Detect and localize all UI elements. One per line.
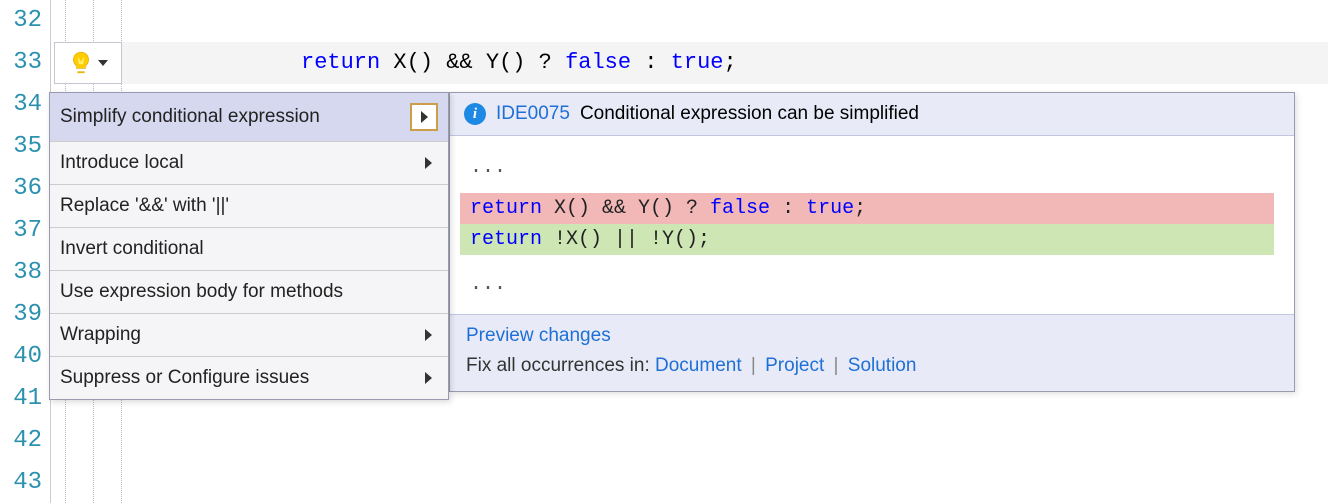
code-line[interactable]	[131, 420, 1328, 462]
fix-all-label: Fix all occurrences in:	[466, 355, 650, 376]
line-number: 42	[0, 420, 42, 462]
preview-header: i IDE0075 Conditional expression can be …	[450, 93, 1294, 136]
preview-footer: Preview changes Fix all occurrences in: …	[450, 314, 1294, 391]
quick-actions-lightbulb-button[interactable]	[54, 42, 122, 84]
quick-action-label: Simplify conditional expression	[60, 106, 320, 128]
diff-removed-line: return X() && Y() ? false : true;	[460, 193, 1274, 224]
quick-action-label: Replace '&&' with '||'	[60, 195, 229, 217]
chevron-right-icon	[421, 111, 428, 123]
line-number: 34	[0, 84, 42, 126]
line-number: 38	[0, 252, 42, 294]
quick-action-label: Suppress or Configure issues	[60, 367, 309, 389]
line-number: 32	[0, 0, 42, 42]
code-token: true	[671, 50, 724, 75]
line-number-gutter: 323334353637383940414243	[0, 0, 50, 503]
line-number: 33	[0, 42, 42, 84]
diagnostic-message: Conditional expression can be simplified	[580, 103, 919, 125]
line-number: 40	[0, 336, 42, 378]
line-number: 36	[0, 168, 42, 210]
chevron-right-icon	[425, 329, 432, 341]
quick-action-item[interactable]: Use expression body for methods	[50, 271, 448, 314]
separator: |	[824, 355, 842, 376]
fix-scope-link[interactable]: Project	[765, 355, 824, 376]
lightbulb-icon	[68, 50, 94, 76]
quick-action-item[interactable]: Suppress or Configure issues	[50, 357, 448, 399]
fix-scope-link[interactable]: Solution	[848, 355, 917, 376]
quick-action-label: Invert conditional	[60, 238, 204, 260]
line-number: 43	[0, 462, 42, 504]
quick-action-label: Use expression body for methods	[60, 281, 343, 303]
code-token: return	[470, 228, 542, 251]
code-line[interactable]	[131, 462, 1328, 504]
info-icon: i	[464, 103, 486, 125]
code-token: false	[710, 197, 770, 220]
line-number: 41	[0, 378, 42, 420]
quick-action-label: Introduce local	[60, 152, 184, 174]
chevron-right-icon	[425, 372, 432, 384]
code-token: :	[631, 50, 671, 75]
preview-diff-body: ... return X() && Y() ? false : true; re…	[450, 136, 1294, 314]
code-line[interactable]	[131, 0, 1328, 42]
code-token: return	[301, 50, 380, 75]
code-line[interactable]: return X() && Y() ? false : true;	[71, 42, 1328, 84]
fix-scope-link[interactable]: Document	[655, 355, 742, 376]
preview-changes-link[interactable]: Preview changes	[466, 325, 611, 346]
code-token: :	[770, 197, 806, 220]
line-number: 35	[0, 126, 42, 168]
quick-action-item[interactable]: Invert conditional	[50, 228, 448, 271]
code-token: false	[565, 50, 631, 75]
diff-added-line: return !X() || !Y();	[460, 224, 1274, 255]
chevron-down-icon	[98, 60, 108, 66]
chevron-right-icon	[425, 157, 432, 169]
diagnostic-id[interactable]: IDE0075	[496, 103, 570, 125]
code-token: !X() || !Y();	[542, 228, 710, 251]
ellipsis-marker: ...	[470, 255, 1274, 304]
quick-action-label: Wrapping	[60, 324, 141, 346]
line-number: 37	[0, 210, 42, 252]
line-number: 39	[0, 294, 42, 336]
code-token: ;	[854, 197, 866, 220]
code-token: ;	[724, 50, 737, 75]
ellipsis-marker: ...	[470, 150, 1274, 193]
refactoring-preview-panel: i IDE0075 Conditional expression can be …	[449, 92, 1295, 392]
quick-actions-menu: Simplify conditional expression Introduce…	[49, 92, 449, 400]
code-token: X() && Y() ?	[380, 50, 565, 75]
quick-action-item[interactable]: Simplify conditional expression	[50, 93, 448, 142]
quick-action-item[interactable]: Introduce local	[50, 142, 448, 185]
code-token: X() && Y() ?	[542, 197, 710, 220]
quick-action-item[interactable]: Replace '&&' with '||'	[50, 185, 448, 228]
separator: |	[742, 355, 760, 376]
submenu-arrow-box[interactable]	[410, 103, 438, 131]
code-token: return	[470, 197, 542, 220]
quick-action-item[interactable]: Wrapping	[50, 314, 448, 357]
code-token: true	[806, 197, 854, 220]
fix-all-row: Fix all occurrences in: Document | Proje…	[466, 355, 1278, 377]
